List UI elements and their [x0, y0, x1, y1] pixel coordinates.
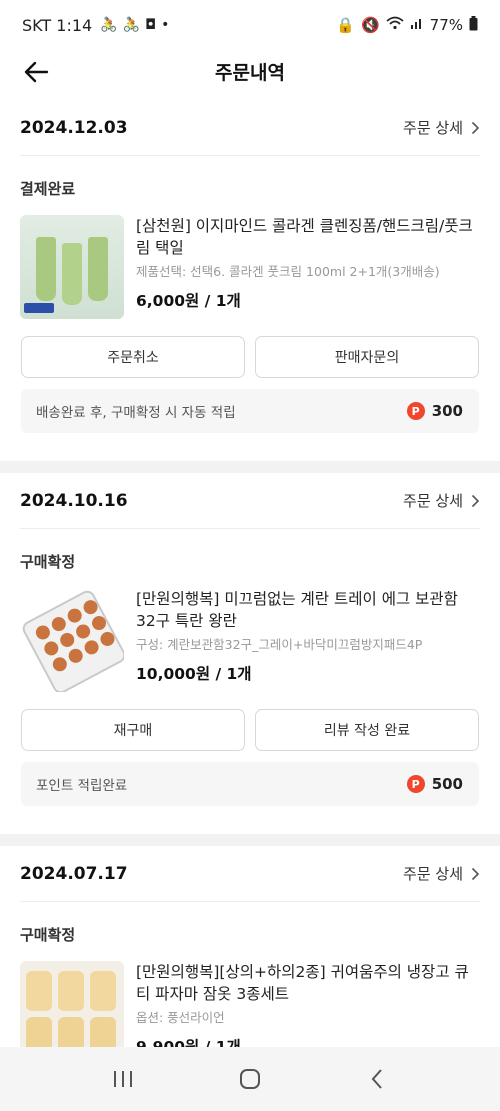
order-card: 2024.07.17 주문 상세 구매확정 [만원의행복][상의+하의2종] 귀…	[0, 846, 500, 1047]
order-detail-link[interactable]: 주문 상세	[403, 863, 480, 884]
back-nav-button[interactable]	[355, 1057, 399, 1101]
product-price: 9,900원 / 1개	[136, 1038, 241, 1047]
order-card: 2024.12.03 주문 상세 결제완료 [삼천원] 이지마인드 콜라겐 클렌…	[0, 100, 500, 461]
order-status: 구매확정	[20, 553, 76, 571]
points-value: 300	[431, 402, 463, 420]
review-complete-button[interactable]: 리뷰 작성 완료	[255, 709, 479, 751]
product-name: [만원의행복] 미끄럼없는 계란 트레이 에그 보관함 32구 특란 왕란	[136, 590, 458, 630]
product-name: [삼천원] 이지마인드 콜라겐 클렌징폼/핸드크림/풋크림 택일	[136, 217, 473, 257]
wifi-icon	[386, 16, 404, 34]
product-image	[20, 961, 124, 1047]
chevron-right-icon	[471, 121, 480, 134]
points-text: 포인트 적립완료	[36, 778, 128, 794]
section-divider	[0, 461, 500, 473]
points-value: 500	[431, 775, 463, 793]
point-badge-icon: P	[406, 402, 425, 420]
order-card: 2024.10.16 주문 상세 구매확정 [만원의행복] 미끄럼없는 계란 트…	[0, 473, 500, 834]
dot-icon: •	[161, 17, 170, 33]
page-title: 주문내역	[215, 61, 285, 84]
order-detail-link[interactable]: 주문 상세	[403, 117, 480, 138]
reorder-button[interactable]: 재구매	[21, 709, 245, 751]
arrow-left-icon	[24, 61, 49, 83]
product-option: 제품선택: 선택6. 콜라겐 풋크림 100ml 2+1개(3개배송)	[136, 264, 440, 279]
bike-icon: 🚴	[100, 17, 118, 33]
order-header: 2024.10.16 주문 상세	[20, 473, 480, 529]
product-item[interactable]: [만원의행복] 미끄럼없는 계란 트레이 에그 보관함 32구 특란 왕란 구성…	[0, 572, 500, 692]
order-date: 2024.07.17	[20, 863, 128, 884]
cancel-order-button[interactable]: 주문취소	[21, 336, 245, 378]
product-price: 10,000원 / 1개	[136, 665, 252, 683]
contact-seller-button[interactable]: 판매자문의	[255, 336, 479, 378]
order-date: 2024.12.03	[20, 117, 128, 138]
product-option: 구성: 계란보관함32구_그레이+바닥미끄럼방지패드4P	[136, 637, 423, 652]
order-status: 결제완료	[20, 180, 76, 198]
product-image	[20, 215, 124, 319]
status-bar: SKT 1:14 🚴 🚴 ◘ • 🔒 🔇 77%	[0, 0, 500, 50]
order-detail-label: 주문 상세	[403, 119, 463, 137]
product-item[interactable]: [만원의행복][상의+하의2종] 귀여움주의 냉장고 큐티 파자마 잠옷 3종세…	[0, 945, 500, 1047]
product-name: [만원의행복][상의+하의2종] 귀여움주의 냉장고 큐티 파자마 잠옷 3종세…	[136, 963, 469, 1003]
home-button[interactable]	[228, 1057, 272, 1101]
point-badge-icon: P	[406, 775, 425, 793]
mute-icon: 🔇	[360, 16, 380, 34]
product-option: 옵션: 풍선라이언	[136, 1010, 225, 1025]
points-info: 포인트 적립완료 P 500	[21, 762, 479, 806]
app-icon: ◘	[145, 17, 157, 33]
order-detail-label: 주문 상세	[403, 492, 463, 510]
product-image	[20, 588, 124, 692]
system-nav-bar	[0, 1047, 500, 1111]
points-info: 배송완료 후, 구매확정 시 자동 적립 P 300	[21, 389, 479, 433]
order-list[interactable]: 2024.12.03 주문 상세 결제완료 [삼천원] 이지마인드 콜라겐 클렌…	[0, 100, 500, 1047]
order-date: 2024.10.16	[20, 490, 128, 511]
signal-icon	[410, 16, 424, 34]
battery-icon	[469, 15, 478, 35]
battery-level: 77%	[429, 16, 463, 34]
recent-apps-icon	[114, 1071, 133, 1087]
recent-apps-button[interactable]	[101, 1057, 145, 1101]
app-header: 주문내역	[0, 50, 500, 92]
product-item[interactable]: [삼천원] 이지마인드 콜라겐 클렌징폼/핸드크림/풋크림 택일 제품선택: 선…	[0, 199, 500, 319]
back-button[interactable]	[20, 56, 52, 88]
order-detail-label: 주문 상세	[403, 865, 463, 883]
carrier-time: SKT 1:14	[22, 15, 93, 35]
chevron-right-icon	[471, 494, 480, 507]
points-text: 배송완료 후, 구매확정 시 자동 적립	[36, 405, 236, 421]
bike-icon: 🚴	[122, 17, 141, 33]
order-header: 2024.07.17 주문 상세	[20, 846, 480, 902]
back-icon	[371, 1069, 382, 1089]
section-divider	[0, 834, 500, 846]
order-detail-link[interactable]: 주문 상세	[403, 490, 480, 511]
order-status: 구매확정	[20, 926, 76, 944]
home-icon	[239, 1069, 260, 1089]
product-price: 6,000원 / 1개	[136, 292, 241, 310]
order-header: 2024.12.03 주문 상세	[20, 100, 480, 156]
lock-icon: 🔒	[336, 16, 355, 34]
chevron-right-icon	[471, 867, 480, 880]
